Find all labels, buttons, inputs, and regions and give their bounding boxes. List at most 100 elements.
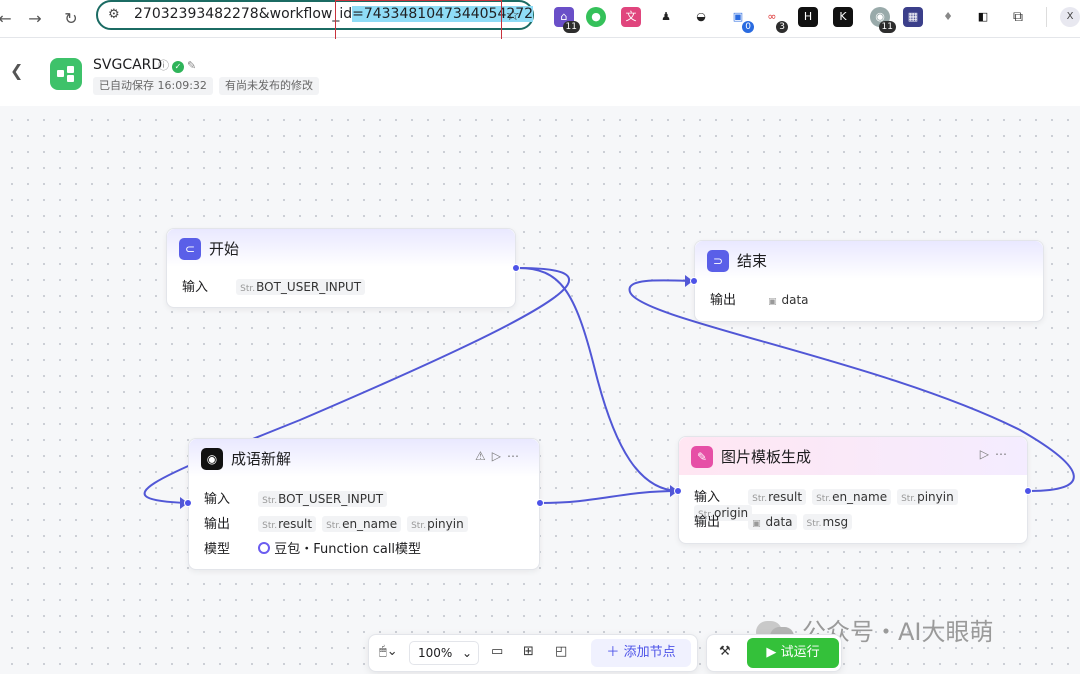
end-node-icon: ⊃ (707, 250, 729, 272)
extension-icon[interactable]: ● (586, 7, 606, 27)
start-node-icon: ⊂ (179, 238, 201, 260)
variable-tag: Str.msg (802, 514, 853, 530)
input-label: 输入 (694, 490, 721, 505)
node-header: ✎ 图片模板生成 ▷⋯ (679, 437, 1027, 475)
extension-icon[interactable]: ⌂ 11 (554, 7, 580, 33)
extension-icon[interactable]: ♦ (938, 7, 958, 27)
variable-tag: Str.result (258, 516, 317, 532)
back-arrow-icon[interactable]: ← (0, 6, 18, 32)
more-icon[interactable]: ⋯ (995, 447, 1013, 461)
extension-icon[interactable]: ♟ (656, 7, 676, 27)
input-port[interactable] (690, 277, 698, 285)
extension-icon[interactable]: K (833, 7, 853, 27)
node-model-row: 模型 豆包・Function call模型 (204, 538, 421, 557)
output-port[interactable] (1024, 487, 1032, 495)
zoom-value: 100% (418, 646, 453, 660)
model-value: 豆包・Function call模型 (274, 542, 422, 557)
back-icon[interactable]: ❮ (10, 61, 23, 80)
auto-layout-icon[interactable]: ⊞ (523, 644, 534, 659)
test-run-button[interactable]: ▶ 试运行 (747, 638, 839, 668)
extension-icon[interactable]: ◒ (691, 7, 711, 27)
profile-avatar[interactable]: X (1060, 7, 1080, 27)
zoom-select[interactable]: 100% ⌄ (409, 641, 479, 665)
variable-tag: Str.pinyin (407, 516, 468, 532)
node-title: 开始 (209, 240, 240, 258)
site-settings-icon[interactable]: ⚙ (108, 7, 120, 22)
output-label: 输出 (710, 293, 737, 308)
node-actions: ▷⋯ (980, 447, 1013, 461)
variable-tag: Str.en_name (812, 489, 892, 505)
add-node-button[interactable]: ＋ 添加节点 (591, 639, 691, 667)
workflow-title: SVGCARD (93, 57, 163, 73)
node-output-row: 输出 ▣ data Str.msg (694, 511, 858, 530)
plus-icon: ＋ (606, 645, 620, 660)
node-actions: ⚠▷⋯ (475, 449, 525, 463)
extensions-puzzle-icon[interactable]: ⧉ (1008, 7, 1028, 27)
canvas-toolbar: 🖱︎⌄ 100% ⌄ ▭ ⊞ ◰ ＋ 添加节点 (368, 634, 698, 672)
variable-tag: Str.BOT_USER_INPUT (258, 491, 388, 507)
browser-toolbar: ← → ↻ ⚙ 27032393482278&workflow_id=74334… (0, 0, 1080, 40)
input-label: 输入 (204, 492, 231, 507)
highlight-box (335, 0, 502, 40)
edit-icon[interactable]: ✎ (187, 59, 196, 72)
chevron-down-icon: ⌄ (461, 646, 472, 660)
debug-tool-icon[interactable]: ⚒ (719, 644, 731, 659)
info-icon[interactable]: ⓘ (158, 59, 169, 72)
variable-tag: ▣ data (768, 293, 809, 307)
bell-off-icon[interactable]: ⚠ (475, 449, 492, 463)
node-input-row: 输入 Str.BOT_USER_INPUT (182, 276, 371, 295)
variable-tag: ▣ data (748, 514, 797, 530)
plugin-node-icon: ✎ (691, 446, 713, 468)
variable-tag: Str.pinyin (897, 489, 958, 505)
toolbar-divider (1046, 7, 1048, 27)
output-label: 输出 (204, 517, 231, 532)
node-header: ◉ 成语新解 ⚠▷⋯ (189, 439, 539, 477)
title-status-icons: ⓘ ✓ ✎ (158, 57, 196, 73)
translate-extension-icon[interactable]: 文 (621, 7, 641, 27)
extension-icon[interactable]: ▦ (903, 7, 923, 27)
extension-icon[interactable]: H (798, 7, 818, 27)
test-run-label: 试运行 (780, 645, 820, 660)
more-icon[interactable]: ⋯ (507, 449, 525, 463)
comment-icon[interactable]: ▭ (491, 644, 503, 659)
run-node-icon[interactable]: ▷ (492, 449, 507, 463)
app-header: ❮ SVGCARD ⓘ ✓ ✎ 已自动保存 16:09:32 有尚未发布的修改 (0, 39, 1080, 105)
output-port[interactable] (512, 264, 520, 272)
node-start[interactable]: ⊂ 开始 输入 Str.BOT_USER_INPUT (166, 228, 520, 308)
output-port[interactable] (536, 499, 544, 507)
minimap-icon[interactable]: ◰ (555, 644, 567, 659)
node-header: ⊃ 结束 (695, 241, 1043, 279)
unpublished-status: 有尚未发布的修改 (219, 77, 319, 95)
add-node-label: 添加节点 (623, 645, 676, 660)
workflow-canvas[interactable] (0, 106, 1080, 674)
bookmark-star-icon[interactable]: ☆ (506, 5, 520, 24)
mouse-mode-icon[interactable]: 🖱︎⌄ (379, 644, 398, 659)
node-title: 成语新解 (231, 450, 292, 468)
node-title: 结束 (737, 252, 768, 270)
published-check-icon: ✓ (172, 61, 184, 73)
extension-icon[interactable]: ◉ 11 (870, 7, 896, 33)
input-port[interactable] (674, 487, 682, 495)
node-idiom-llm[interactable]: ◉ 成语新解 ⚠▷⋯ 输入 Str.BOT_USER_INPUT 输出 Str.… (184, 438, 544, 570)
node-output-row: 输出 Str.result Str.en_name Str.pinyin (204, 513, 474, 532)
node-title: 图片模板生成 (721, 448, 812, 466)
variable-tag: Str.BOT_USER_INPUT (236, 279, 366, 295)
image-type-icon: ▣ (752, 519, 761, 529)
reload-icon[interactable]: ↻ (58, 6, 84, 32)
extension-icon[interactable]: ∞ 3 (762, 7, 788, 33)
forward-arrow-icon[interactable]: → (22, 6, 48, 32)
input-port[interactable] (184, 499, 192, 507)
image-type-icon: ▣ (768, 297, 777, 307)
extension-icon[interactable]: ◧ (973, 7, 993, 27)
run-toolbar: ⚒ ▶ 试运行 (706, 634, 842, 672)
extension-icon[interactable]: ▣ 0 (728, 7, 754, 33)
model-label: 模型 (204, 542, 231, 557)
variable-tag: Str.en_name (322, 516, 402, 532)
node-end[interactable]: ⊃ 结束 输出 ▣ data (690, 240, 1044, 322)
node-image-template[interactable]: ✎ 图片模板生成 ▷⋯ 输入 Str.result Str.en_name Str.… (674, 436, 1032, 544)
run-node-icon[interactable]: ▷ (980, 447, 995, 461)
variable-tag: Str.result (748, 489, 807, 505)
play-icon: ▶ (766, 645, 777, 660)
node-header: ⊂ 开始 (167, 229, 515, 267)
output-label: 输出 (694, 515, 721, 530)
